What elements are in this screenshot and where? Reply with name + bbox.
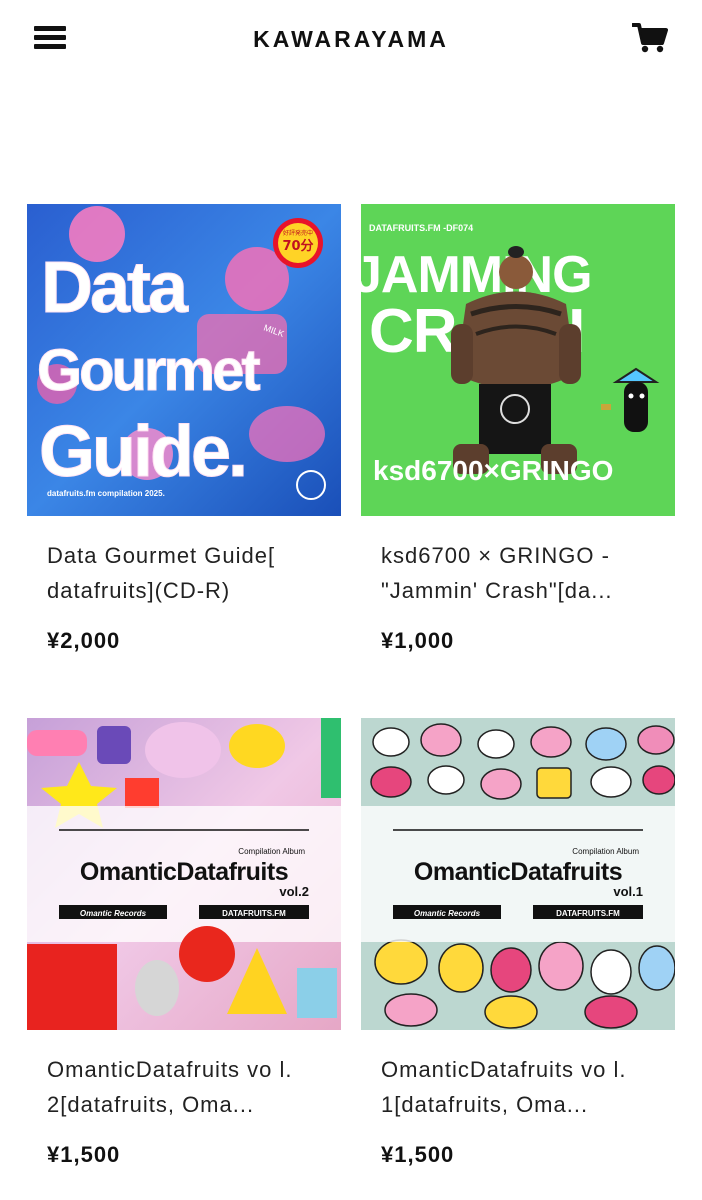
cover-label-left: Omantic Records [414,909,481,918]
product-title[interactable]: Data Gourmet Guide[ datafruits](CD-R) [47,538,321,608]
cover-vol: vol.1 [613,884,643,899]
cover-catalog: DATAFRUITS.FM -DF074 [369,223,473,233]
product-image-omantic-vol1[interactable]: Compilation Album OmanticDatafruits vol.… [361,718,675,1030]
product-title[interactable]: OmanticDatafruits vo l. 2[datafruits, Om… [47,1052,321,1122]
cover-word-2: Gourmet [37,338,260,403]
product-image-jammin-crash[interactable]: DATAFRUITS.FM -DF074 JAMMING CRASH [361,204,675,516]
cover-small-label: Compilation Album [572,847,639,856]
cover-word-3: Guide. [39,412,245,492]
badge-70min: 好評発売中 70分 [273,218,323,268]
product-price: ¥1,500 [381,1142,455,1167]
product-title[interactable]: OmanticDatafruits vo l. 1[datafruits, Om… [381,1052,655,1122]
cover-footer: datafruits.fm compilation 2025. [47,489,165,498]
product-price: ¥1,000 [381,628,455,653]
cover-artists: ksd6700×GRINGO [373,455,613,486]
cover-vol: vol.2 [279,884,309,899]
product-card[interactable]: DATAFRUITS.FM -DF074 JAMMING CRASH [361,204,675,654]
product-card[interactable]: 好評発売中 70分 MILK Data Gourmet Guide. dataf… [27,204,341,654]
cover-word-jamming: JAMMING [361,246,592,304]
cover-name: OmanticDatafruits [414,858,622,886]
badge-main-text: 70分 [282,238,313,254]
cover-label-right: DATAFRUITS.FM [556,909,620,918]
badge-top-text: 好評発売中 [283,229,313,237]
product-price: ¥1,500 [47,1142,121,1167]
product-title[interactable]: ksd6700 × GRINGO - "Jammin' Crash"[da... [381,538,655,608]
product-price: ¥2,000 [47,628,121,653]
product-card[interactable]: Compilation Album OmanticDatafruits vol.… [361,718,675,1168]
product-card[interactable]: Compilation Album OmanticDatafruits vol.… [27,718,341,1168]
product-grid: 好評発売中 70分 MILK Data Gourmet Guide. dataf… [0,0,702,1200]
product-image-omantic-vol2[interactable]: Compilation Album OmanticDatafruits vol.… [27,718,341,1030]
cover-label-left: Omantic Records [80,909,147,918]
product-image-data-gourmet-guide[interactable]: 好評発売中 70分 MILK Data Gourmet Guide. dataf… [27,204,341,516]
cover-small-label: Compilation Album [238,847,305,856]
cover-label-right: DATAFRUITS.FM [222,909,286,918]
cover-name: OmanticDatafruits [80,858,288,886]
cover-word-1: Data [41,248,189,328]
